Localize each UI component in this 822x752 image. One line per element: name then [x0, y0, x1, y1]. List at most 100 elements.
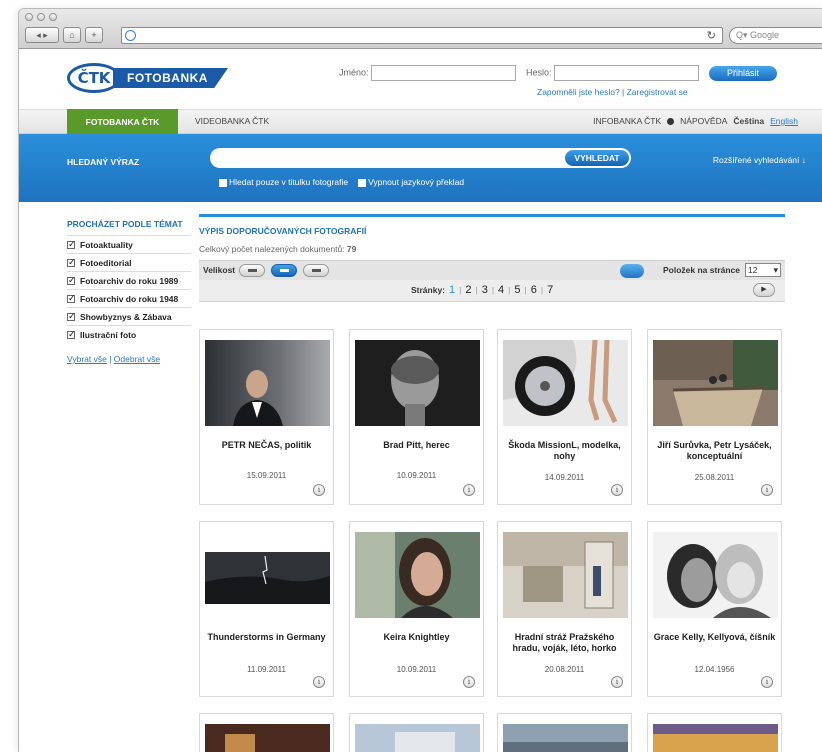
search-label: HLEDANÝ VÝRAZ	[67, 157, 140, 167]
help-link[interactable]: NÁPOVĚDA	[680, 116, 727, 126]
photo-thumbnail[interactable]	[653, 340, 778, 426]
password-input[interactable]	[553, 65, 699, 81]
nav-right: INFOBANKA ČTK NÁPOVĚDA Čeština English	[593, 116, 798, 126]
photo-title[interactable]: Grace Kelly, Kellyová, číšník	[652, 632, 777, 643]
photo-thumbnail[interactable]	[653, 724, 778, 752]
printer-icon[interactable]	[620, 264, 644, 278]
advanced-search-link[interactable]: Rozšířené vyhledávání ↓	[713, 155, 806, 165]
checkbox-checked-icon[interactable]	[67, 311, 76, 322]
photo-thumbnail[interactable]	[355, 340, 480, 426]
deselect-all-link[interactable]: Odebrat vše	[114, 354, 160, 364]
page-separator: |	[491, 285, 495, 295]
size-label: Velikost	[203, 265, 236, 275]
page-separator: |	[475, 285, 478, 295]
photo-card[interactable]: Brad Pitt, herec 10.09.2011 i	[349, 329, 484, 505]
photo-card-partial[interactable]	[647, 713, 782, 752]
per-page-select[interactable]: 12	[745, 263, 781, 277]
photo-thumbnail[interactable]	[503, 724, 628, 752]
photo-title[interactable]: Jiří Surůvka, Petr Lysáček, konceptuální	[652, 440, 777, 462]
info-icon[interactable]: i	[463, 484, 475, 496]
page-link[interactable]: 3	[482, 284, 488, 296]
tab-fotobanka[interactable]: FOTOBANKA ČTK	[67, 109, 178, 140]
photo-card[interactable]: PETR NEČAS, politik 15.09.2011 i	[199, 329, 334, 505]
info-icon[interactable]: i	[313, 676, 325, 688]
page-link[interactable]: 5	[514, 284, 520, 296]
sidebar-item-fotoeditorial[interactable]: Fotoeditorial	[67, 254, 191, 272]
checkbox-checked-icon[interactable]	[67, 329, 76, 340]
close-window-button[interactable]	[25, 13, 33, 21]
photo-title[interactable]: Hradní stráž Pražského hradu, voják, lét…	[502, 632, 627, 654]
option-title-only[interactable]: Hledat pouze v titulku fotografie	[219, 177, 348, 187]
photo-thumbnail[interactable]	[503, 532, 628, 618]
sidebar-item-archiv-1989[interactable]: Fotoarchiv do roku 1989	[67, 272, 191, 290]
login-button[interactable]: Přihlásit	[709, 66, 777, 81]
photo-card[interactable]: Hradní stráž Pražského hradu, voják, lét…	[497, 521, 632, 697]
size-large-button[interactable]	[303, 264, 329, 277]
checkbox-checked-icon[interactable]	[67, 239, 76, 250]
sidebar-item-ilustracni[interactable]: Ilustrační foto	[67, 326, 191, 344]
photo-thumbnail[interactable]	[653, 532, 778, 618]
photo-title[interactable]: Brad Pitt, herec	[354, 440, 479, 451]
maximize-window-button[interactable]	[49, 13, 57, 21]
sidebar-item-showbyznys[interactable]: Showbyznys & Zábava	[67, 308, 191, 326]
photo-card[interactable]: Jiří Surůvka, Petr Lysáček, konceptuální…	[647, 329, 782, 505]
option-no-translation[interactable]: Vypnout jazykový překlad	[358, 177, 464, 187]
page-link[interactable]: 2	[465, 284, 471, 296]
checkbox-checked-icon[interactable]	[67, 257, 76, 268]
photo-date: 25.08.2011	[694, 473, 735, 482]
info-icon[interactable]: i	[313, 484, 325, 496]
page-link[interactable]: 7	[547, 284, 553, 296]
size-medium-button[interactable]	[271, 264, 297, 277]
info-icon[interactable]: i	[611, 484, 623, 496]
checkbox-checked-icon[interactable]	[67, 275, 76, 286]
photo-card[interactable]: Škoda MissionL, modelka, nohy 14.09.2011…	[497, 329, 632, 505]
address-bar[interactable]: ↻	[121, 27, 723, 44]
photo-title[interactable]: PETR NEČAS, politik	[204, 440, 329, 451]
sidebar-item-archiv-1948[interactable]: Fotoarchiv do roku 1948	[67, 290, 191, 308]
home-icon[interactable]: ⌂	[63, 27, 81, 43]
search-button[interactable]: VYHLEDAT	[564, 149, 630, 167]
checkbox-checked-icon[interactable]	[67, 293, 76, 304]
photo-card-partial[interactable]	[199, 713, 334, 752]
page-link[interactable]: 4	[498, 284, 504, 296]
tab-videobanka[interactable]: VIDEOBANKA ČTK	[195, 116, 269, 126]
page-link[interactable]: 6	[531, 284, 537, 296]
name-input[interactable]	[370, 65, 516, 81]
photo-thumbnail[interactable]	[205, 340, 330, 426]
next-page-button[interactable]: ▶	[753, 283, 775, 297]
browser-search-field[interactable]: Q▾ Google	[729, 27, 822, 44]
select-all-link[interactable]: Vybrat vše	[67, 354, 107, 364]
photo-card[interactable]: Grace Kelly, Kellyová, číšník 12.04.1956…	[647, 521, 782, 697]
checkbox-icon[interactable]	[358, 178, 367, 187]
photo-thumbnail[interactable]	[205, 724, 330, 752]
minimize-window-button[interactable]	[37, 13, 45, 21]
checkbox-icon[interactable]	[219, 178, 227, 187]
photo-thumbnail[interactable]	[355, 724, 480, 752]
back-forward-button[interactable]: ◂ ▸	[25, 27, 59, 43]
reload-icon[interactable]: ↻	[707, 29, 716, 42]
size-small-button[interactable]	[239, 264, 265, 277]
photo-card[interactable]: Thunderstorms in Germany 11.09.2011 i	[199, 521, 334, 697]
new-tab-button[interactable]: +	[85, 27, 103, 43]
info-icon[interactable]: i	[761, 484, 773, 496]
forgot-register-link[interactable]: Zapomněli jste heslo? | Zaregistrovat se	[537, 87, 688, 97]
info-icon[interactable]: i	[463, 676, 475, 688]
photo-title[interactable]: Škoda MissionL, modelka, nohy	[502, 440, 627, 462]
info-icon[interactable]: i	[611, 676, 623, 688]
site-logo[interactable]: ČTK FOTOBANKA	[67, 63, 229, 93]
infobanka-link[interactable]: INFOBANKA ČTK	[593, 116, 661, 126]
photo-thumbnail[interactable]	[205, 532, 330, 618]
main-nav: FOTOBANKA ČTK VIDEOBANKA ČTK INFOBANKA Č…	[19, 109, 822, 140]
photo-thumbnail[interactable]	[503, 340, 628, 426]
info-icon[interactable]: i	[761, 676, 773, 688]
page-link[interactable]: 1	[449, 284, 455, 296]
lang-czech[interactable]: Čeština	[733, 116, 764, 126]
photo-title[interactable]: Keira Knightley	[354, 632, 479, 643]
photo-thumbnail[interactable]	[355, 532, 480, 618]
lang-english[interactable]: English	[770, 116, 798, 126]
sidebar-item-fotoaktuality[interactable]: Fotoaktuality	[67, 236, 191, 254]
photo-title[interactable]: Thunderstorms in Germany	[204, 632, 329, 643]
photo-card[interactable]: Keira Knightley 10.09.2011 i	[349, 521, 484, 697]
photo-card-partial[interactable]	[349, 713, 484, 752]
photo-card-partial[interactable]	[497, 713, 632, 752]
